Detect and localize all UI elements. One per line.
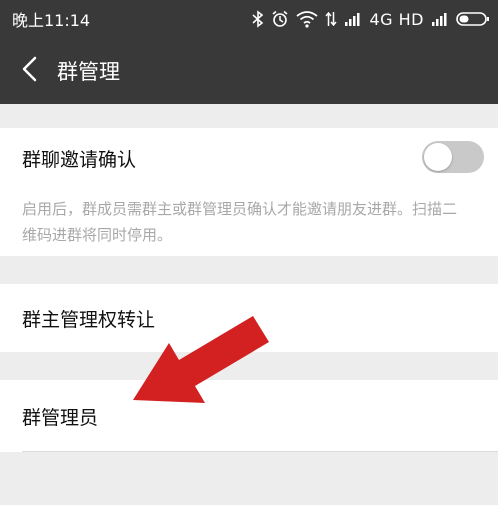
invite-confirm-row: 群聊邀请确认 (0, 128, 498, 188)
red-arrow-icon (120, 312, 280, 412)
group-admins-label: 群管理员 (22, 406, 99, 429)
wifi-icon (296, 10, 319, 28)
signal-icon (344, 11, 362, 27)
section-gap (0, 256, 498, 284)
status-bar: 晚上11:14 4G HD (0, 0, 498, 38)
signal-icon (431, 11, 449, 27)
bluetooth-icon (252, 10, 264, 28)
back-button[interactable] (0, 38, 60, 104)
invite-confirm-label: 群聊邀请确认 (22, 148, 137, 171)
status-icons: 4G HD (252, 10, 490, 29)
alarm-icon (271, 10, 289, 28)
bottom-area (0, 452, 498, 505)
data-arrows-icon (325, 10, 338, 28)
invite-confirm-toggle[interactable] (422, 141, 484, 173)
status-time: 晚上11:14 (12, 11, 91, 30)
toggle-knob (424, 143, 452, 171)
section-gap (0, 104, 498, 128)
page-title: 群管理 (57, 60, 120, 84)
title-bar: 群管理 (0, 38, 498, 104)
chevron-left-icon (21, 56, 39, 86)
network-type: 4G HD (369, 9, 424, 29)
invite-confirm-description: 启用后，群成员需群主或群管理员确认才能邀请朋友进群。扫描二维码进群将同时停用。 (0, 188, 498, 256)
battery-icon (456, 11, 490, 27)
